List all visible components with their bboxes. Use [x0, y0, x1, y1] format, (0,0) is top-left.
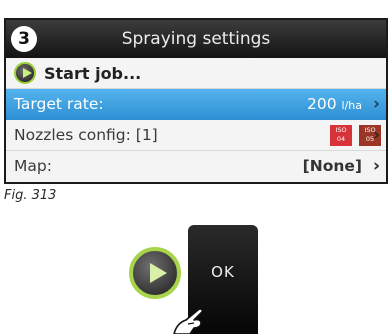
start-job-label: Start job...: [44, 64, 142, 83]
target-rate-value: 200: [306, 95, 337, 113]
iso-04-badge-bottom: 04: [336, 135, 346, 143]
iso-04-badge-top: ISO: [335, 126, 347, 134]
map-row[interactable]: Map: [None] ›: [6, 151, 386, 182]
nozzles-config-label: Nozzles config: [1]: [14, 126, 158, 144]
chevron-right-icon: ›: [372, 156, 380, 176]
iso-04-nozzle-badge: ISO 04: [330, 125, 352, 146]
target-rate-row[interactable]: Target rate: 200 l/ha ›: [6, 89, 386, 120]
ok-key-label: OK: [211, 263, 235, 281]
play-button[interactable]: [129, 247, 181, 299]
nozzles-config-row[interactable]: Nozzles config: [1] ISO 04 ISO 05 ›: [6, 120, 386, 151]
target-rate-unit: l/ha: [341, 99, 362, 112]
start-job-row[interactable]: Start job...: [6, 58, 386, 89]
terminal-screen: 3 Spraying settings Start job... Target …: [4, 18, 388, 184]
title-bar: 3 Spraying settings: [6, 20, 386, 58]
map-label: Map:: [14, 157, 52, 175]
target-rate-label: Target rate:: [14, 95, 104, 113]
chevron-right-icon: ›: [372, 94, 380, 114]
play-icon: [150, 263, 167, 283]
target-rate-value-group: 200 l/ha: [307, 89, 362, 121]
map-value: [None]: [302, 157, 362, 175]
screen-title: Spraying settings: [121, 29, 271, 49]
chevron-right-icon: ›: [372, 125, 380, 145]
figure-caption: Fig. 313: [4, 188, 57, 203]
pointing-hand-icon: [173, 308, 203, 334]
play-icon: [14, 62, 36, 84]
